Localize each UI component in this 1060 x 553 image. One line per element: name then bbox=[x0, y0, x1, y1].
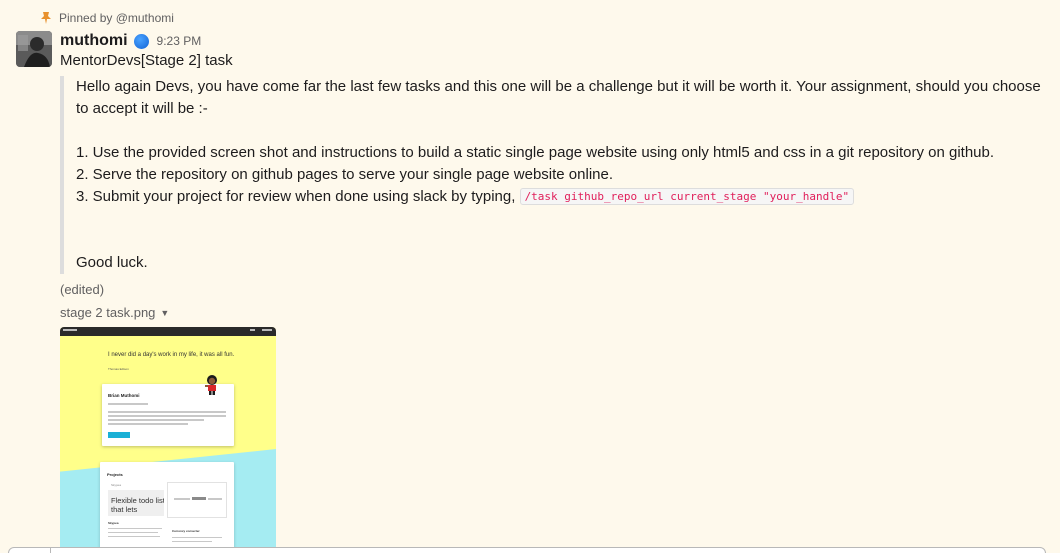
message-header: muthomi 9:23 PM bbox=[60, 30, 201, 52]
composer-divider bbox=[50, 547, 51, 553]
preview-text-line bbox=[108, 411, 226, 413]
preview-text-line bbox=[108, 419, 204, 421]
pinned-text: Pinned by @muthomi bbox=[59, 11, 174, 25]
preview-avatar-icon bbox=[205, 375, 217, 395]
attachment-preview[interactable]: I never did a day's work in my life, it … bbox=[60, 327, 276, 553]
attachment-file-name[interactable]: stage 2 task.png bbox=[60, 305, 155, 320]
pinned-message: Pinned by @muthomi muthomi 9:23 PM Mento… bbox=[0, 0, 1060, 553]
preview-quote: I never did a day's work in my life, it … bbox=[108, 352, 235, 358]
message-title: MentorDevs[Stage 2] task bbox=[60, 52, 233, 69]
preview-skypea-label: Skypea bbox=[111, 483, 122, 487]
preview-nav-brand bbox=[63, 329, 77, 331]
timestamp[interactable]: 9:23 PM bbox=[157, 34, 202, 48]
preview-text-line bbox=[108, 423, 188, 425]
preview-text-line bbox=[108, 415, 226, 417]
command-code: /task github_repo_url current_stage "you… bbox=[519, 188, 855, 205]
preview-card-title: Brian Muthomi bbox=[108, 393, 140, 398]
quote-step-3-line: 3. Submit your project for review when d… bbox=[76, 186, 1050, 208]
avatar-image bbox=[16, 31, 52, 67]
preview-mini-card bbox=[167, 482, 227, 518]
preview-quote-author: Thomas Edison bbox=[108, 367, 129, 371]
preview-navbar bbox=[60, 327, 276, 336]
author-name[interactable]: muthomi bbox=[60, 32, 128, 50]
preview-text-line bbox=[192, 497, 206, 500]
preview-text-line bbox=[108, 528, 162, 529]
quote-step-1: 1. Use the provided screen shot and inst… bbox=[76, 144, 995, 161]
preview-converter-title: Currency converter bbox=[172, 529, 200, 533]
preview-text-line bbox=[108, 536, 160, 537]
message-composer[interactable] bbox=[8, 547, 1046, 553]
pin-icon bbox=[41, 12, 51, 24]
preview-text-line bbox=[172, 537, 222, 538]
attachment-name[interactable]: stage 2 task.png ▼ bbox=[60, 305, 169, 320]
preview-todo-tile: Flexible todo list that lets bbox=[108, 490, 164, 516]
preview-todo-text: Flexible todo list that lets bbox=[111, 496, 164, 514]
preview-text-line bbox=[208, 498, 222, 500]
quote-step-3: 3. Submit your project for review when d… bbox=[76, 188, 516, 205]
preview-button bbox=[108, 432, 130, 438]
caret-down-icon[interactable]: ▼ bbox=[160, 308, 169, 318]
pinned-indicator: Pinned by @muthomi bbox=[40, 9, 174, 27]
quote-step-2: 2. Serve the repository on github pages … bbox=[76, 166, 613, 183]
preview-nav-link bbox=[262, 329, 272, 331]
preview-projects-card: Projects Skypea Flexible todo list that … bbox=[100, 462, 234, 553]
avatar[interactable] bbox=[16, 31, 52, 67]
quote-closing: Good luck. bbox=[76, 254, 148, 271]
status-dot-icon bbox=[133, 33, 149, 49]
quote-intro: Hello again Devs, you have come far the … bbox=[76, 78, 1041, 117]
preview-skypea-title: Skypea bbox=[108, 521, 119, 525]
preview-nav-link bbox=[250, 329, 255, 331]
preview-text-line bbox=[174, 498, 190, 500]
preview-projects-title: Projects bbox=[107, 472, 123, 477]
message-quote: Hello again Devs, you have come far the … bbox=[60, 76, 1050, 274]
preview-text-line bbox=[108, 403, 148, 405]
edited-label: (edited) bbox=[60, 282, 105, 297]
preview-text-line bbox=[172, 541, 212, 542]
preview-text-line bbox=[108, 532, 158, 533]
